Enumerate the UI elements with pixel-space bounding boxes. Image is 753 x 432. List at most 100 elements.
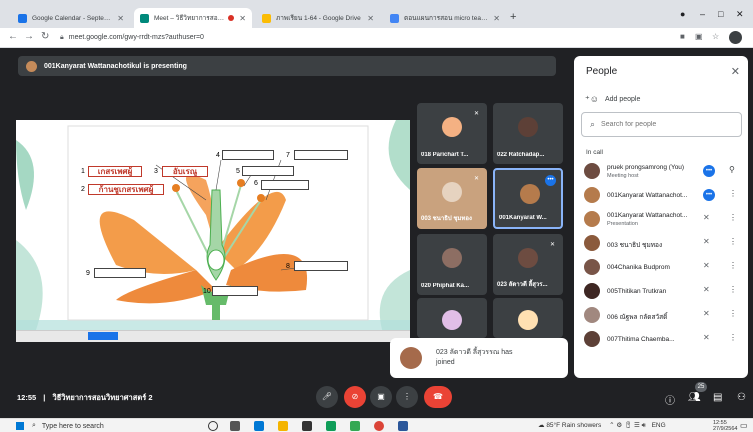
chat-icon[interactable]: ▤ xyxy=(713,392,722,403)
close-tab-icon[interactable]: ✕ xyxy=(239,14,246,23)
new-tab-icon[interactable]: + xyxy=(510,11,516,23)
mic-off-icon: ✕ xyxy=(703,237,710,246)
back-icon[interactable]: ← xyxy=(8,31,18,42)
participant-avatar xyxy=(584,235,600,251)
tab-google-drive[interactable]: ภาพเรียน 1-64 - Google Drive ✕ xyxy=(256,8,380,28)
windows-start-icon[interactable] xyxy=(16,422,24,430)
participant-avatar xyxy=(442,117,462,137)
slide-number-9: 9 xyxy=(86,270,90,277)
more-options-icon[interactable]: ⋮ xyxy=(729,189,737,198)
pin-icon[interactable]: ⚲ xyxy=(729,165,735,174)
maximize-icon[interactable]: □ xyxy=(718,9,723,19)
tray-icons[interactable]: ⌃ ⚙ 🔋︎ ☰ 🔊︎ xyxy=(609,422,646,429)
participant-tile[interactable]: ✕ 003 ชนาธิป ชุมทอง xyxy=(417,168,487,229)
participant-tile[interactable]: ✕ 018 Parichart T... xyxy=(417,103,487,164)
weather-text[interactable]: 85°F Rain showers xyxy=(546,422,601,429)
slide-number-6: 6 xyxy=(254,180,258,187)
search-input[interactable] xyxy=(601,121,732,128)
slide-answer-2: ก้านชูเกสรเพศผู้ xyxy=(88,184,164,195)
mic-off-icon: ✕ xyxy=(703,261,710,270)
file-explorer-icon[interactable] xyxy=(278,421,288,431)
task-view-icon[interactable] xyxy=(230,421,240,431)
input-language[interactable]: ENG xyxy=(652,422,666,429)
close-icon[interactable]: ✕ xyxy=(731,65,740,78)
slide-number-2: 2 xyxy=(81,186,85,193)
more-options-icon[interactable]: ⋮ xyxy=(729,309,737,318)
url-field[interactable]: 🔒︎ meet.google.com/gwy-rrdt-mzs?authuser… xyxy=(60,30,660,45)
participant-row[interactable]: 003 ชนาธิป ชุมทอง ✕ ⋮ xyxy=(574,231,748,255)
add-people-button[interactable]: ⁺☺ Add people xyxy=(585,94,640,105)
participant-tile[interactable]: ✕ 023 ลัดาวดี ลี้สุวร... xyxy=(493,234,563,295)
profile-avatar[interactable] xyxy=(729,31,742,44)
meeting-details-icon[interactable]: ⓘ xyxy=(665,392,675,407)
calendar-favicon-icon xyxy=(18,13,27,23)
people-icon[interactable]: 👥︎ xyxy=(688,392,701,403)
participant-row[interactable]: 004Chanika Budprom ✕ ⋮ xyxy=(574,255,748,279)
mic-off-icon: ✕ xyxy=(703,309,710,318)
close-tab-icon[interactable]: ✕ xyxy=(117,14,124,23)
presenting-banner: 001Kanyarat Wattanachotikul is presentin… xyxy=(18,56,556,76)
slide-footer-button xyxy=(88,332,118,340)
presentation-slide: 1 2 3 4 5 6 7 8 9 10 เกสรเพศผู้ ก้านชูเก… xyxy=(16,120,410,342)
present-now-button[interactable]: ▣ xyxy=(370,386,392,408)
more-options-icon[interactable]: ⋮ xyxy=(729,261,737,270)
participant-row[interactable]: 007Thitima Chaemba... ✕ ⋮ xyxy=(574,327,748,351)
word-icon[interactable] xyxy=(398,421,408,431)
slide-blank-5 xyxy=(242,166,294,176)
store-icon[interactable] xyxy=(302,421,312,431)
participant-tile[interactable] xyxy=(417,298,487,338)
cortana-icon[interactable] xyxy=(208,421,218,431)
meet-controls-bar: 12:55 | วิธีวิทยาการสอนวิทยาศาสตร์ 2 🎤︎ … xyxy=(0,380,753,414)
more-options-icon[interactable]: ⋮ xyxy=(729,213,737,222)
chrome-icon[interactable] xyxy=(374,421,384,431)
tab-google-calendar[interactable]: Google Calendar - September 2( ✕ xyxy=(12,8,130,28)
microphone-button[interactable]: 🎤︎ xyxy=(316,386,338,408)
notifications-icon[interactable]: ▭ xyxy=(740,421,748,430)
search-icon: ⌕ xyxy=(590,119,596,129)
tab-meet[interactable]: Meet – วิธีวิทยาการสอนวิทยาศาส ✕ xyxy=(134,8,252,28)
speaking-icon: ••• xyxy=(703,165,715,177)
bookmark-star-icon[interactable]: ☆ xyxy=(712,32,719,41)
activities-icon[interactable]: ⚇ xyxy=(737,392,746,403)
slide-number-3: 3 xyxy=(154,168,158,175)
forward-icon[interactable]: → xyxy=(24,31,34,42)
camera-icon[interactable]: ■ xyxy=(680,32,685,41)
close-window-icon[interactable]: ✕ xyxy=(736,9,744,20)
line-app-icon[interactable] xyxy=(350,421,360,431)
people-search[interactable]: ⌕ xyxy=(581,112,742,137)
close-tab-icon[interactable]: ✕ xyxy=(367,14,374,23)
recording-icon xyxy=(228,15,235,21)
participant-row[interactable]: pruek prongsamrong (You) Meeting host ••… xyxy=(574,159,748,183)
participant-tile[interactable]: 022 Ratchadap... xyxy=(493,103,563,164)
participant-row[interactable]: 006 ณัฐพล กลัดสวัสดิ์ ✕ ⋮ xyxy=(574,303,748,327)
more-options-icon[interactable]: ⋮ xyxy=(729,237,737,246)
reload-icon[interactable]: ↻ xyxy=(41,31,49,42)
more-options-icon[interactable]: ⋮ xyxy=(729,333,737,342)
participant-avatar xyxy=(584,163,600,179)
address-bar: ← → ↻ 🔒︎ meet.google.com/gwy-rrdt-mzs?au… xyxy=(0,28,753,48)
minimize-icon[interactable]: – xyxy=(700,9,705,19)
more-options-button[interactable]: ⋮ xyxy=(396,386,418,408)
participant-avatar xyxy=(520,184,540,204)
edge-icon[interactable] xyxy=(254,421,264,431)
more-options-icon[interactable]: ••• xyxy=(545,175,556,186)
mic-off-icon: ✕ xyxy=(703,213,710,222)
participant-row[interactable]: 001Kanyarat Wattanachot... ••• ⋮ xyxy=(574,183,748,207)
more-options-icon[interactable]: ⋮ xyxy=(729,285,737,294)
taskbar-clock[interactable]: 12:55 27/9/2564 xyxy=(713,420,737,432)
meet-app-icon[interactable] xyxy=(326,421,336,431)
participant-tile[interactable] xyxy=(493,298,563,338)
participant-tile[interactable]: ••• 001Kanyarat W... xyxy=(493,168,563,229)
tab-search-icon[interactable]: ● xyxy=(680,9,685,19)
close-tab-icon[interactable]: ✕ xyxy=(493,14,500,23)
camera-off-button[interactable]: ⊘ xyxy=(344,386,366,408)
extension-icon[interactable]: ▣ xyxy=(695,32,703,41)
participant-tile[interactable]: 020 Phiphat Ka... xyxy=(417,234,487,295)
slide-answer-1: เกสรเพศผู้ xyxy=(88,166,142,177)
taskbar-search[interactable]: ⌕ Type here to search xyxy=(32,420,192,432)
leave-call-button[interactable]: ☎︎ xyxy=(424,386,452,408)
participant-row[interactable]: 001Kanyarat Wattanachot... Presentation … xyxy=(574,207,748,231)
tab-micro-teaching[interactable]: ตอนแผนการสอน micro teaching ✕ xyxy=(384,8,506,28)
meeting-info: 12:55 | วิธีวิทยาการสอนวิทยาศาสตร์ 2 xyxy=(17,392,153,404)
participant-row[interactable]: 005Thitikan Trutkran ✕ ⋮ xyxy=(574,279,748,303)
